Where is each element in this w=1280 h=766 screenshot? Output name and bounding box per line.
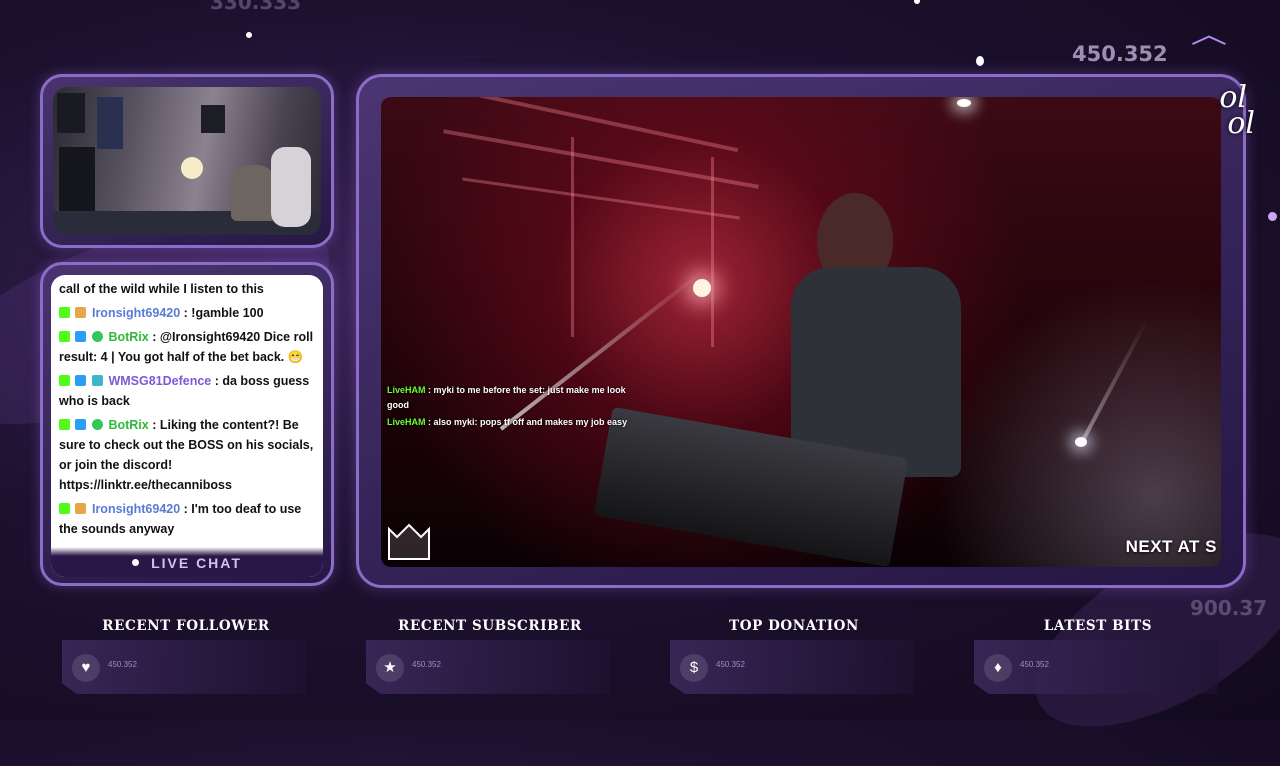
video-feed[interactable]: LiveHAM : myki to me before the set: jus… [381,97,1221,567]
kick-badge-icon [59,375,70,386]
webcam-poster [97,97,123,149]
widget-top-donation: TOP DONATION $ 450.352 [670,618,918,698]
corner-logo-line: ol [1227,106,1255,141]
widget-bar: $ 450.352 [670,640,914,694]
corner-logo: ol ol [1219,83,1255,141]
chat-username[interactable]: WMSG81Defence [108,374,211,388]
chat-username[interactable]: Ironsight69420 [92,306,180,320]
stage-light [957,99,971,107]
subscriber-badge-icon [91,375,103,386]
chat-message: BotRix : Liking the content?! Be sure to… [59,415,315,495]
sparkle [914,0,920,4]
sparkle [976,56,984,66]
overlay-chat-message: LiveHAM : myki to me before the set: jus… [387,383,637,413]
chat-message: Ironsight69420 : I'm too deaf to use the… [59,499,315,539]
webcam-chair [271,147,311,227]
verified-badge-icon [91,419,103,430]
widget-bar: ★ 450.352 [366,640,610,694]
chat-footer: LIVE CHAT [51,547,323,577]
main-video-frame: LiveHAM : myki to me before the set: jus… [356,74,1255,588]
chat-message-text: : !gamble 100 [180,306,264,320]
webcam-monitor [59,147,95,217]
chat-frame: call of the wild while I listen to this … [40,262,334,586]
webcam-feed [53,87,321,235]
stage-truss [711,157,714,347]
widget-value: 450.352 [108,660,137,669]
background-counter: 330.333 [210,0,302,14]
star-icon: ★ [376,654,404,682]
webcam-lamp [181,157,203,179]
widget-value: 450.352 [1020,660,1049,669]
gift-badge-icon [75,503,87,514]
gift-badge-icon [75,307,87,318]
widget-title: RECENT FOLLOWER [102,618,270,634]
webcam-poster [57,93,85,133]
overlay-chat-message: LiveHAM : also myki: pops tf off and mak… [387,415,637,430]
bot-badge-icon [75,375,87,386]
stage-truss [462,177,740,220]
stage-truss [571,137,574,337]
chat-message: BotRix : @Ironsight69420 Dice roll resul… [59,327,315,367]
chat-message-list: call of the wild while I listen to this … [59,279,315,543]
live-dot-icon [132,559,140,566]
webcam-poster [201,105,225,133]
widget-title: LATEST BITS [1043,618,1153,634]
bot-badge-icon [75,419,87,430]
chat-message: WMSG81Defence : da boss guess who is bac… [59,371,315,411]
kick-badge-icon [59,503,70,514]
chat-message: call of the wild while I listen to this [59,279,315,299]
kick-badge-icon [59,419,70,430]
heart-icon: ♥ [72,654,100,682]
chat-username[interactable]: BotRix [108,418,148,432]
overlay-chat-text: : also myki: pops tf off and makes my jo… [425,417,628,427]
chevron-up-icon: ︿ [1190,19,1228,49]
widget-value: 450.352 [716,660,745,669]
overlay-chat-username: LiveHAM [387,385,426,395]
widget-bar: ♥ 450.352 [62,640,306,694]
widget-recent-follower: RECENT FOLLOWER ♥ 450.352 [62,618,310,698]
overlay-chat-username: LiveHAM [387,417,426,427]
chat-footer-label: LIVE CHAT [151,555,242,571]
stage-light [1075,437,1087,447]
stage-truss [443,97,739,153]
kick-badge-icon [59,331,70,342]
background-counter: 450.352 [1072,42,1168,66]
chat-message: Ironsight69420 : !gamble 100 [59,303,315,323]
verified-badge-icon [91,331,103,342]
background-counter: 900.37 [1190,596,1268,620]
chat-username[interactable]: Ironsight69420 [92,502,180,516]
diamond-icon: ♦ [984,654,1012,682]
sparkle [1268,212,1277,221]
ham-fam-logo [385,519,433,565]
widget-value: 450.352 [412,660,441,669]
ham-fam-logo-graphic [388,523,430,560]
widget-bar: ♦ 450.352 [974,640,1218,694]
stage-light [693,279,711,297]
sparkle [246,32,252,38]
widget-latest-bits: LATEST BITS ♦ 450.352 [974,618,1222,698]
kick-badge-icon [59,307,70,318]
chat-panel: call of the wild while I listen to this … [51,275,323,577]
light-beam [1079,319,1149,445]
widget-title: RECENT SUBSCRIBER [398,618,582,634]
widget-title: TOP DONATION [729,618,859,634]
webcam-frame [40,74,334,248]
widget-recent-subscriber: RECENT SUBSCRIBER ★ 450.352 [366,618,614,698]
chat-username[interactable]: BotRix [108,330,148,344]
next-at-ticker: NEXT AT S [1125,537,1217,556]
overlay-chat: LiveHAM : myki to me before the set: jus… [387,383,637,430]
bot-badge-icon [75,331,87,342]
dollar-icon: $ [680,654,708,682]
chat-message-text: call of the wild while I listen to this [59,282,264,296]
